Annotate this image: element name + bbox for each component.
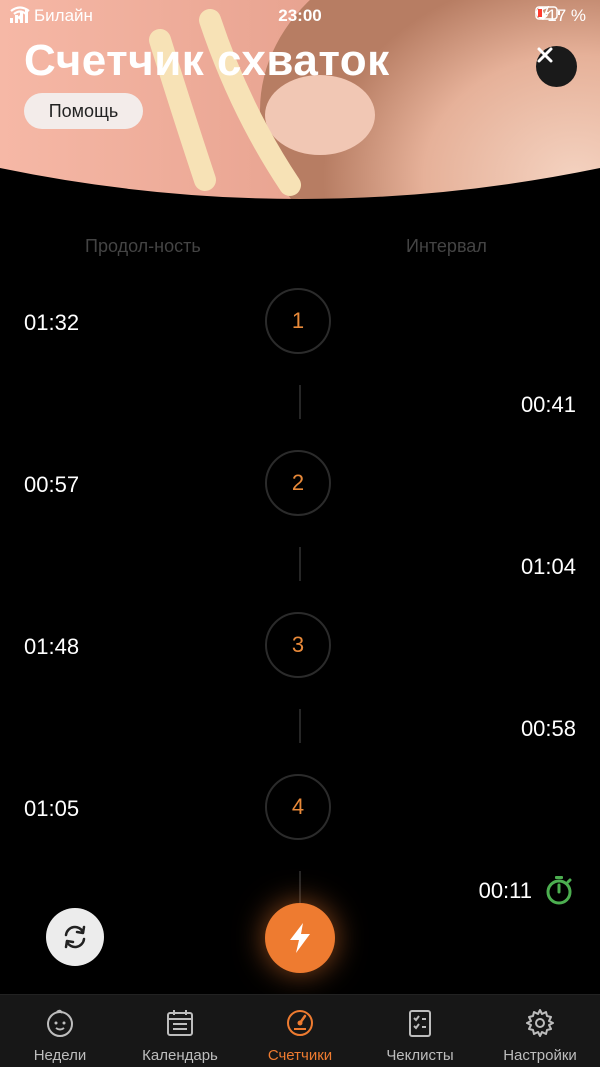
duration-value: 01:05 [24, 796, 80, 821]
close-icon [537, 47, 553, 63]
contraction-number: 4 [265, 774, 331, 840]
status-right: 17 % [535, 6, 590, 26]
checklist-icon [404, 1007, 436, 1039]
tab-settings[interactable]: Настройки [480, 995, 600, 1067]
refresh-icon [64, 925, 86, 949]
interval-column-header: Интервал [406, 236, 487, 256]
tab-label: Настройки [503, 1047, 577, 1064]
timeline-connector [299, 709, 301, 743]
tab-calendar[interactable]: Календарь [120, 995, 240, 1067]
contraction-number: 3 [265, 612, 331, 678]
baby-face-icon [44, 1007, 76, 1039]
tab-checklists[interactable]: Чеклисты [360, 995, 480, 1067]
interval-value: 01:04 [520, 554, 576, 579]
timeline-connector [299, 547, 301, 581]
help-button[interactable]: Помощь [24, 93, 143, 129]
gauge-icon [284, 1007, 316, 1039]
tab-bar: Недели Календарь Счетчики Чеклисты Настр… [0, 994, 600, 1067]
status-bar: Билайн 23:00 17 % [0, 0, 600, 32]
lightning-icon [290, 923, 310, 953]
page-title: Счетчик схваток [24, 36, 390, 85]
current-interval-value: 00:11 [478, 878, 532, 903]
contraction-number: 1 [265, 288, 331, 354]
stopwatch-icon [545, 875, 573, 910]
contraction-number: 2 [265, 450, 331, 516]
tab-label: Чеклисты [386, 1047, 454, 1064]
start-contraction-button[interactable] [265, 903, 335, 973]
interval-value: 00:41 [520, 392, 576, 417]
gear-icon [524, 1007, 556, 1039]
header-banner: Билайн 23:00 17 % Счетчик схваток Помощь [0, 0, 600, 215]
reset-button[interactable] [46, 908, 104, 966]
duration-column-header: Продол-ность [85, 236, 201, 256]
duration-value: 01:48 [24, 634, 80, 659]
clock: 23:00 [278, 6, 322, 25]
duration-value: 01:32 [24, 310, 80, 335]
interval-value: 00:58 [520, 716, 576, 741]
close-button[interactable] [536, 46, 577, 87]
tab-counters[interactable]: Счетчики [240, 995, 360, 1067]
timeline-connector [299, 385, 301, 419]
duration-value: 00:57 [24, 472, 80, 497]
calendar-icon [164, 1007, 196, 1039]
tab-weeks[interactable]: Недели [0, 995, 120, 1067]
tab-label: Недели [33, 1047, 87, 1064]
tab-label: Счетчики [267, 1047, 333, 1064]
timeline-connector [299, 871, 301, 905]
tab-label: Календарь [142, 1047, 218, 1064]
